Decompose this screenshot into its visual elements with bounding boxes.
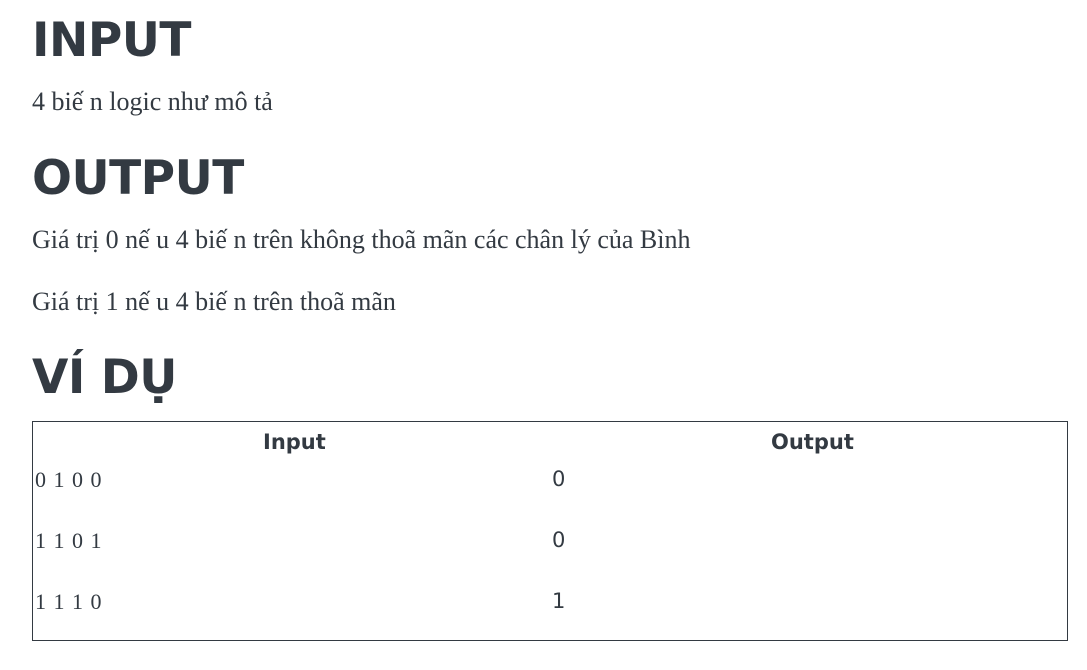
table-cell-output: 1 <box>552 589 566 613</box>
input-heading: INPUT <box>32 13 192 68</box>
output-heading: OUTPUT <box>32 151 244 206</box>
input-description: 4 biế n logic như mô tả <box>32 87 273 116</box>
output-description-line: Giá trị 0 nế u 4 biế n trên không thoã m… <box>32 225 691 254</box>
output-description-line: Giá trị 1 nế u 4 biế n trên thoã mãn <box>32 287 396 316</box>
table-cell-input: 1 1 0 1 <box>35 528 103 553</box>
table-header-output: Output <box>771 430 854 454</box>
table-cell-input: 1 1 1 0 <box>35 589 103 614</box>
table-cell-output: 0 <box>552 528 566 552</box>
example-table: Input Output 0 1 0 0 0 1 1 0 1 0 1 1 1 0… <box>32 421 1068 641</box>
table-cell-output: 0 <box>552 467 566 491</box>
table-row: 0 1 0 0 0 <box>33 467 1067 507</box>
table-row: 1 1 0 1 0 <box>33 528 1067 568</box>
table-cell-input: 0 1 0 0 <box>35 467 103 492</box>
table-row: 1 1 1 0 1 <box>33 589 1067 629</box>
example-heading: VÍ DỤ <box>32 350 177 405</box>
table-header-input: Input <box>263 430 326 454</box>
